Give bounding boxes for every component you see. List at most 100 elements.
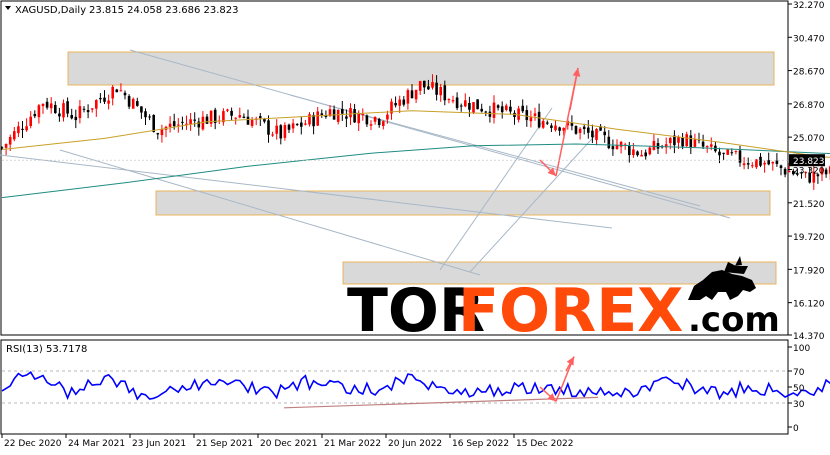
- candle-body: [119, 90, 123, 92]
- candle-body: [336, 109, 340, 122]
- candle-body: [86, 110, 90, 113]
- price-tick-label: 23.320: [793, 167, 825, 177]
- candle-body: [234, 117, 237, 119]
- candle-body: [632, 149, 635, 156]
- candle-body: [681, 137, 684, 147]
- time-tick-label: 15 Dec 2022: [516, 439, 574, 449]
- candle-body: [787, 171, 791, 173]
- candle-body: [316, 111, 319, 126]
- candle-body: [312, 115, 315, 127]
- candle-body: [644, 152, 647, 157]
- time-tick-label: 23 Jun 2021: [132, 439, 186, 449]
- candle-body: [447, 99, 451, 101]
- candle-body: [341, 108, 344, 114]
- candle-body: [652, 140, 656, 150]
- candle-body: [472, 102, 475, 113]
- rsi-tick-label: 50: [793, 384, 805, 394]
- candle-body: [726, 149, 729, 155]
- candle-body: [365, 115, 369, 125]
- candle-body: [189, 119, 192, 125]
- candle-body: [734, 151, 738, 153]
- candle-body: [414, 89, 418, 100]
- candle-body: [517, 108, 520, 120]
- price-tick-label: 28.670: [793, 68, 825, 78]
- candle-body: [693, 139, 697, 147]
- candle-body: [41, 103, 45, 107]
- candle-body: [17, 126, 20, 134]
- candle-body: [37, 105, 41, 118]
- candle-body: [455, 97, 459, 109]
- candle-body: [656, 143, 660, 149]
- candle-body: [746, 163, 750, 165]
- candle-body: [300, 122, 303, 127]
- candle-body: [570, 122, 574, 126]
- candle-body: [464, 100, 467, 107]
- candle-body: [595, 128, 598, 140]
- candle-body: [74, 116, 78, 121]
- candle-body: [476, 99, 479, 110]
- candle-body: [730, 152, 734, 154]
- candle-body: [611, 146, 615, 150]
- candle-body: [230, 110, 233, 116]
- candle-body: [271, 134, 274, 136]
- candle-body: [705, 146, 709, 148]
- candle-body: [287, 124, 291, 130]
- candle-body: [521, 105, 524, 112]
- candle-body: [82, 108, 86, 110]
- candle-body: [148, 116, 151, 118]
- price-axis: 23.82332.27030.47028.67026.87025.07023.3…: [788, 1, 825, 342]
- time-tick-label: 21 Sep 2021: [196, 439, 253, 449]
- candle-body: [435, 82, 438, 95]
- symbol-label: XAGUSD,Daily: [15, 5, 86, 16]
- candle-body: [783, 168, 787, 175]
- candle-body: [45, 101, 49, 108]
- candle-body: [496, 105, 500, 108]
- candle-body: [636, 151, 639, 156]
- candle-body: [78, 106, 82, 119]
- rsi-panel: [0, 339, 789, 435]
- candle-body: [423, 80, 426, 88]
- candle-body: [33, 113, 37, 117]
- candle-body: [443, 85, 447, 101]
- candle-body: [172, 121, 176, 127]
- candle-body: [402, 99, 406, 105]
- candle-body: [591, 130, 594, 138]
- candle-body: [136, 101, 139, 106]
- candle-body: [13, 131, 16, 140]
- candle-body: [49, 103, 53, 109]
- price-tick-label: 30.470: [793, 34, 825, 44]
- candle-body: [582, 126, 586, 129]
- candle-body: [410, 90, 414, 99]
- candle-body: [58, 113, 61, 117]
- candle-body: [685, 134, 688, 146]
- candle-body: [398, 99, 401, 106]
- rsi-tick-label: 70: [793, 368, 805, 378]
- candle-body: [349, 107, 352, 118]
- candle-body: [537, 111, 541, 128]
- candle-body: [722, 152, 725, 154]
- ohlc-values: 23.815 24.058 23.686 23.823: [89, 5, 239, 16]
- price-tick-label: 26.870: [793, 101, 825, 111]
- candle-body: [525, 110, 529, 121]
- time-tick-label: 16 Sep 2022: [452, 439, 509, 449]
- candle-body: [451, 100, 455, 102]
- candle-body: [238, 115, 242, 118]
- candle-body: [193, 119, 196, 121]
- candle-body: [115, 89, 119, 93]
- candle-body: [345, 116, 348, 119]
- price-tick-label: 16.120: [793, 300, 825, 310]
- candle-body: [468, 103, 471, 110]
- rsi-tick-label: 30: [793, 400, 805, 410]
- candle-body: [619, 141, 623, 147]
- candle-body: [107, 100, 110, 104]
- candle-body: [771, 161, 775, 164]
- price-tick-label: 14.370: [793, 332, 825, 342]
- candle-body: [751, 165, 754, 167]
- candle-body: [742, 163, 746, 166]
- candle-body: [373, 117, 377, 122]
- candle-body: [168, 123, 172, 127]
- candle-body: [418, 81, 422, 91]
- candle-body: [759, 156, 762, 166]
- candle-body: [62, 103, 65, 118]
- candle-body: [156, 133, 160, 135]
